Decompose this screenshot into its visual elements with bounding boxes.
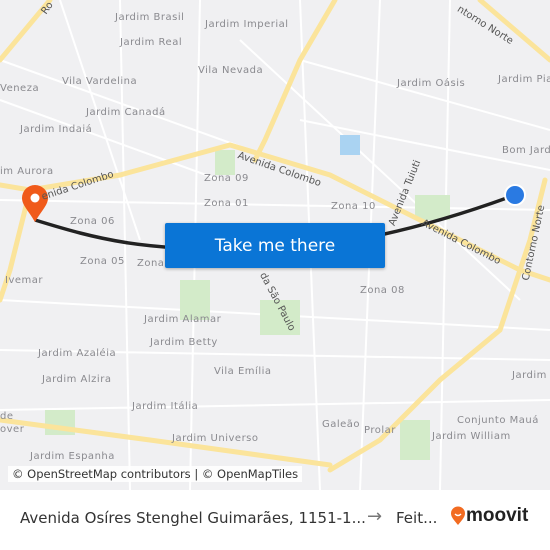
neighborhood-label: Jardim Alzira	[42, 374, 112, 385]
neighborhood-label: Vila Nevada	[198, 65, 264, 76]
neighborhood-label: Jardim Azaléia	[38, 348, 117, 359]
neighborhood-label: Jardim William	[432, 431, 511, 442]
moovit-wordmark: moovit	[466, 505, 529, 526]
moovit-logo[interactable]: moovit	[450, 505, 528, 527]
map[interactable]: Jardim Brasil Jardim Imperial Jardim Rea…	[0, 0, 550, 490]
neighborhood-label: Zona 09	[204, 173, 249, 184]
neighborhood-label: Vila Emília	[214, 366, 272, 377]
neighborhood-label: Galeão	[322, 419, 361, 430]
origin-marker	[504, 184, 526, 206]
origin-name: Avenida Osíres Stenghel Guimarães, 1151-…	[20, 509, 366, 527]
neighborhood-label: Zona 06	[70, 216, 115, 227]
map-attribution[interactable]: © OpenStreetMap contributors | © OpenMap…	[8, 466, 303, 482]
neighborhood-label: Zona	[137, 258, 165, 269]
neighborhood-label: Jardim Canadá	[86, 107, 166, 118]
neighborhood-label: Ivemar	[5, 275, 43, 286]
neighborhood-label: Jardim	[512, 370, 547, 381]
destination-name: Feit...	[396, 509, 438, 527]
moovit-pin-icon	[451, 506, 465, 525]
arrow-right-icon: →	[367, 506, 383, 527]
neighborhood-label: Veneza	[0, 83, 40, 94]
neighborhood-label: Zona 10	[331, 201, 376, 212]
neighborhood-label: Jardim Oásis	[397, 78, 466, 89]
neighborhood-label: Bom Jard	[502, 145, 550, 156]
neighborhood-label: Jardim Pia	[498, 74, 550, 85]
take-me-there-button[interactable]: Take me there	[165, 223, 385, 268]
neighborhood-label: Jardim Betty	[150, 337, 218, 348]
neighborhood-label: Jardim Imperial	[205, 19, 289, 30]
neighborhood-label: Zona 01	[204, 198, 249, 209]
neighborhood-label: Jardim Indaiá	[20, 124, 93, 135]
neighborhood-label: Jardim Universo	[172, 433, 259, 444]
neighborhood-label: Prolar	[364, 425, 396, 436]
neighborhood-label: Zona 05	[80, 256, 125, 267]
neighborhood-label: Jardim Espanha	[30, 451, 115, 462]
neighborhood-label: Conjunto Mauá	[457, 415, 539, 426]
neighborhood-label: over	[0, 424, 25, 435]
neighborhood-label: Jardim Itália	[132, 401, 199, 412]
neighborhood-label: Zona 08	[360, 285, 405, 296]
neighborhood-label: Jardim Brasil	[115, 12, 185, 23]
neighborhood-label: Jardim Alamar	[144, 314, 222, 325]
neighborhood-label: im Aurora	[0, 166, 54, 177]
neighborhood-label: Vila Vardelina	[62, 76, 138, 87]
neighborhood-label: de	[0, 411, 14, 422]
neighborhood-label: Jardim Real	[120, 37, 183, 48]
